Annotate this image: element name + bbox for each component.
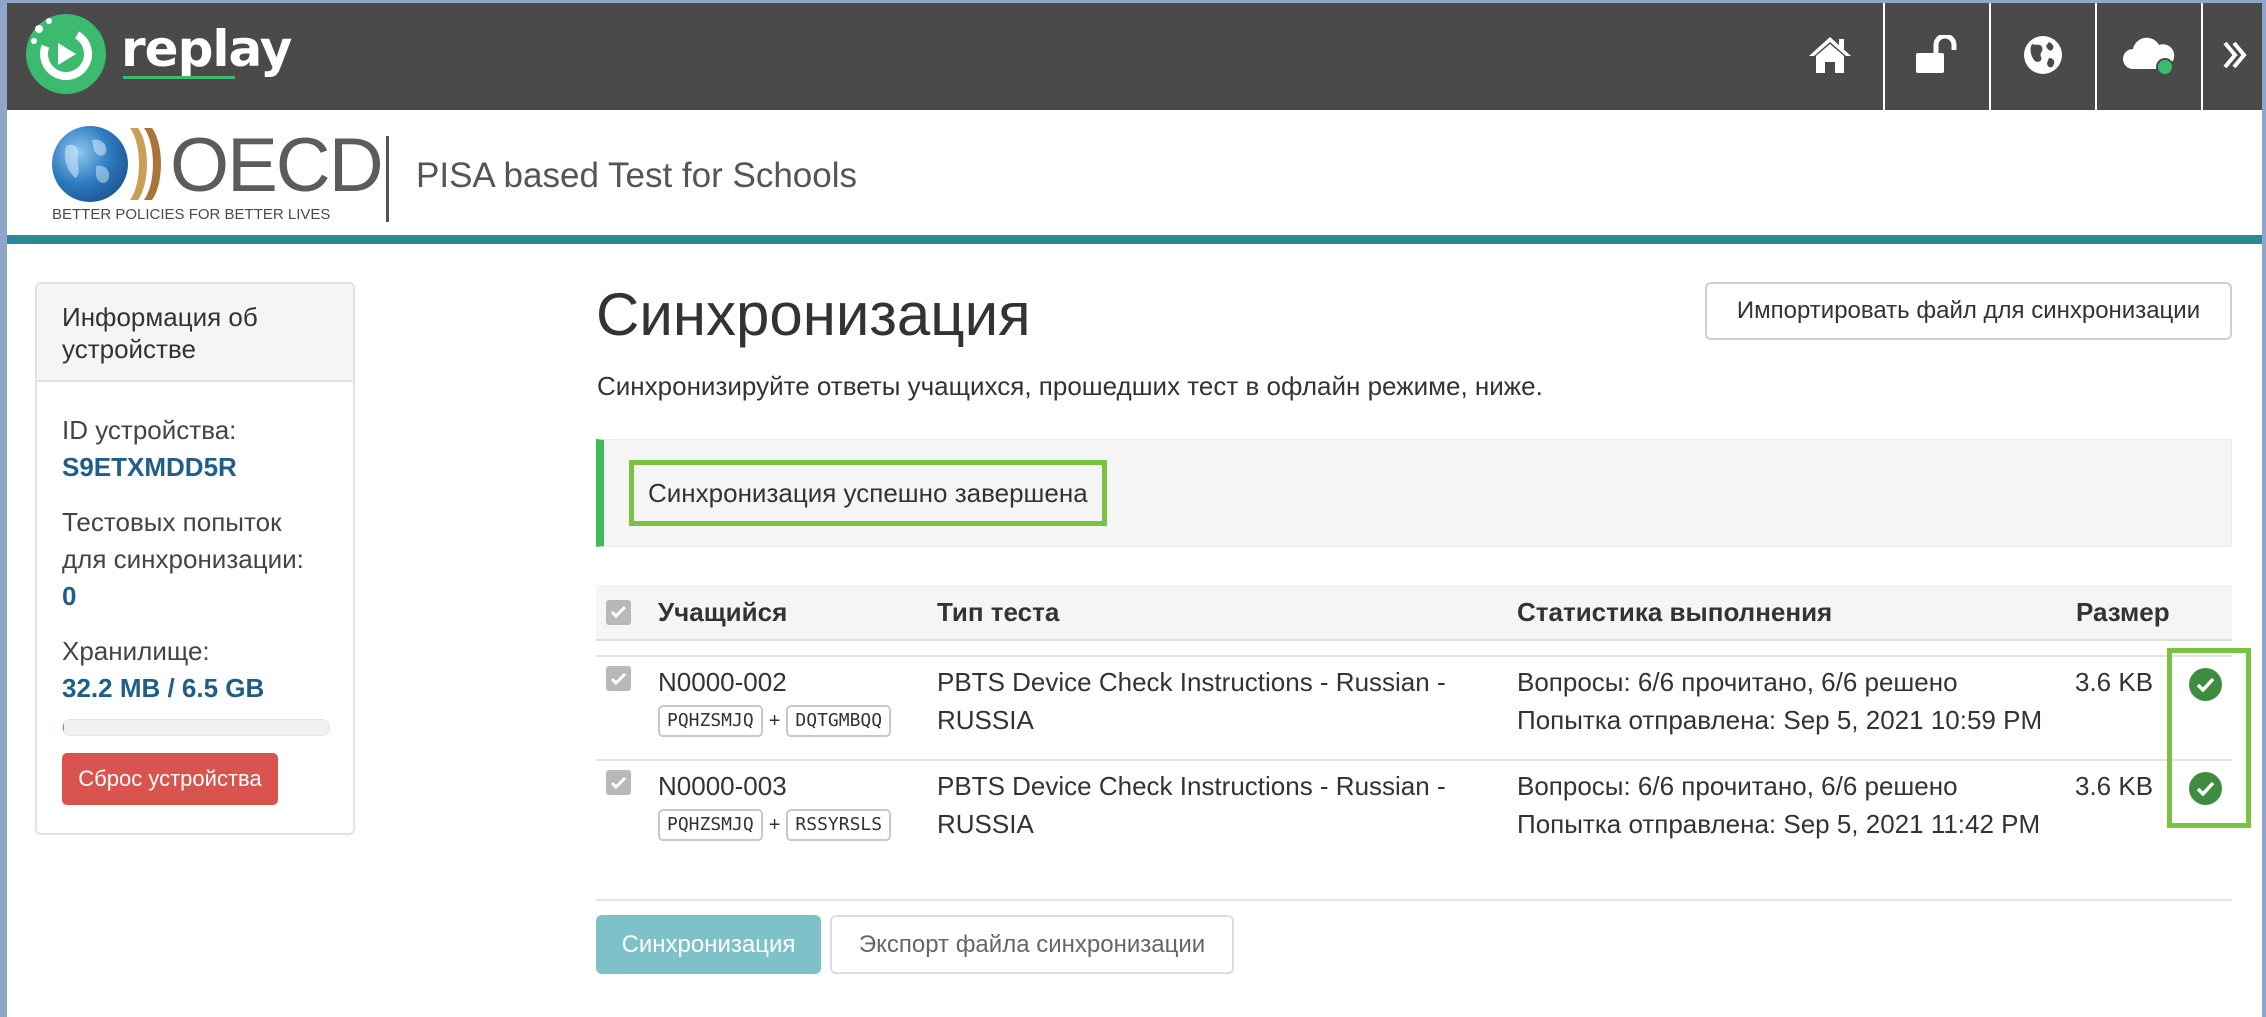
stats-questions: Вопросы: 6/6 прочитано, 6/6 решено (1517, 771, 1958, 801)
row-checkbox-cell (606, 666, 631, 691)
header-rule (0, 235, 2266, 244)
double-chevron-right-icon (2222, 41, 2247, 69)
test-type-line: PBTS Device Check Instructions - Russian… (937, 667, 1446, 697)
oecd-chevrons-icon (130, 128, 161, 200)
export-sync-file-button[interactable]: Экспорт файла синхронизации (830, 915, 1234, 974)
test-type-line: PBTS Device Check Instructions - Russian… (937, 771, 1446, 801)
sync-button[interactable]: Синхронизация (596, 915, 821, 974)
check-icon (610, 672, 627, 685)
access-codes: PQHZSMJQ + DQTGMBQQ (658, 702, 892, 740)
student-id: N0000-003 (658, 771, 787, 801)
cloud-sync-icon (2123, 37, 2175, 76)
access-code: PQHZSMJQ (658, 809, 763, 841)
success-message: Синхронизация успешно завершена (629, 460, 1107, 526)
col-student: Учащийся (658, 596, 788, 627)
import-sync-file-button[interactable]: Импортировать файл для синхронизации (1705, 282, 2232, 340)
oecd-tagline: BETTER POLICIES FOR BETTER LIVES (52, 206, 331, 223)
stats-questions: Вопросы: 6/6 прочитано, 6/6 решено (1517, 667, 1958, 697)
storage-value: 32.2 MB / 6.5 GB (62, 673, 265, 703)
student-cell: N0000-003 PQHZSMJQ + RSSYRSLS (658, 767, 892, 844)
replay-logo-icon (26, 14, 106, 94)
size-cell: 3.6 KB (2075, 667, 2154, 697)
device-info-title: Информация об устройстве (37, 284, 353, 382)
row-checkbox-cell (606, 770, 631, 795)
check-icon (610, 605, 627, 619)
product-title: PISA based Test for Schools (416, 156, 858, 195)
student-cell: N0000-002 PQHZSMJQ + DQTGMBQQ (658, 663, 892, 740)
access-code: DQTGMBQQ (786, 705, 892, 737)
col-stats: Статистика выполнения (1517, 596, 1833, 627)
cloud-sync-button[interactable] (2095, 0, 2201, 110)
storage-progress-fill (63, 720, 65, 735)
test-type-line: RUSSIA (937, 809, 1034, 839)
device-id-value: S9ETXMDD5R (62, 452, 237, 482)
reset-device-button[interactable]: Сброс устройства (62, 753, 278, 805)
attempts-value: 0 (62, 581, 77, 611)
test-type-cell: PBTS Device Check Instructions - Russian… (937, 663, 1446, 739)
status-highlight (2167, 648, 2251, 828)
attempts-label: Тестовых попыток для синхронизации: (62, 507, 304, 574)
top-navbar: replay (0, 0, 2266, 110)
select-all-cell (606, 585, 631, 639)
access-code: PQHZSMJQ (658, 705, 763, 737)
header-divider (386, 136, 389, 222)
oecd-wordmark: OECD (170, 123, 384, 208)
success-message-text: Синхронизация успешно завершена (648, 477, 1088, 508)
col-test-type: Тип теста (937, 596, 1060, 627)
access-codes: PQHZSMJQ + RSSYRSLS (658, 806, 892, 844)
success-alert: Синхронизация успешно завершена (596, 439, 2232, 547)
page-subtitle: Синхронизируйте ответы учащихся, прошедш… (597, 371, 1543, 401)
device-id-label: ID устройства: (62, 415, 237, 445)
globe-icon (2024, 36, 2062, 74)
home-button[interactable] (1777, 0, 1883, 110)
stats-cell: Вопросы: 6/6 прочитано, 6/6 решено Попыт… (1517, 663, 2042, 739)
unlock-button[interactable] (1883, 0, 1989, 110)
test-type-cell: PBTS Device Check Instructions - Russian… (937, 767, 1446, 843)
plus-sign: + (768, 814, 781, 836)
size-cell: 3.6 KB (2075, 771, 2154, 801)
select-all-checkbox[interactable] (606, 599, 631, 625)
oecd-globe-icon (52, 126, 128, 202)
home-icon (1809, 37, 1851, 73)
access-code: RSSYRSLS (786, 809, 892, 841)
footer-divider (596, 899, 2232, 901)
table-row: N0000-002 PQHZSMJQ + DQTGMBQQ PBTS Devic… (596, 655, 2232, 759)
table-row: N0000-003 PQHZSMJQ + RSSYRSLS PBTS Devic… (596, 759, 2232, 863)
page-title: Синхронизация (596, 281, 1031, 348)
expand-menu-button[interactable] (2201, 0, 2266, 110)
device-info-panel: Информация об устройстве ID устройства: … (35, 282, 355, 835)
stats-submitted: Попытка отправлена: Sep 5, 2021 11:42 PM (1517, 809, 2041, 839)
storage-label: Хранилище: (62, 636, 210, 666)
language-button[interactable] (1989, 0, 2095, 110)
col-size: Размер (2076, 596, 2170, 627)
check-icon (610, 776, 627, 789)
storage-progress-bar (62, 719, 330, 736)
row-checkbox[interactable] (606, 770, 631, 795)
table-header: Учащийся Тип теста Статистика выполнения… (596, 585, 2232, 641)
stats-cell: Вопросы: 6/6 прочитано, 6/6 решено Попыт… (1517, 767, 2040, 843)
student-id: N0000-002 (658, 667, 787, 697)
test-type-line: RUSSIA (937, 705, 1034, 735)
brand-name[interactable]: replay (121, 20, 292, 78)
stats-submitted: Попытка отправлена: Sep 5, 2021 10:59 PM (1517, 705, 2043, 735)
plus-sign: + (768, 710, 781, 732)
unlock-icon (1916, 35, 1957, 73)
brand-underline (123, 76, 235, 79)
row-checkbox[interactable] (606, 666, 631, 691)
